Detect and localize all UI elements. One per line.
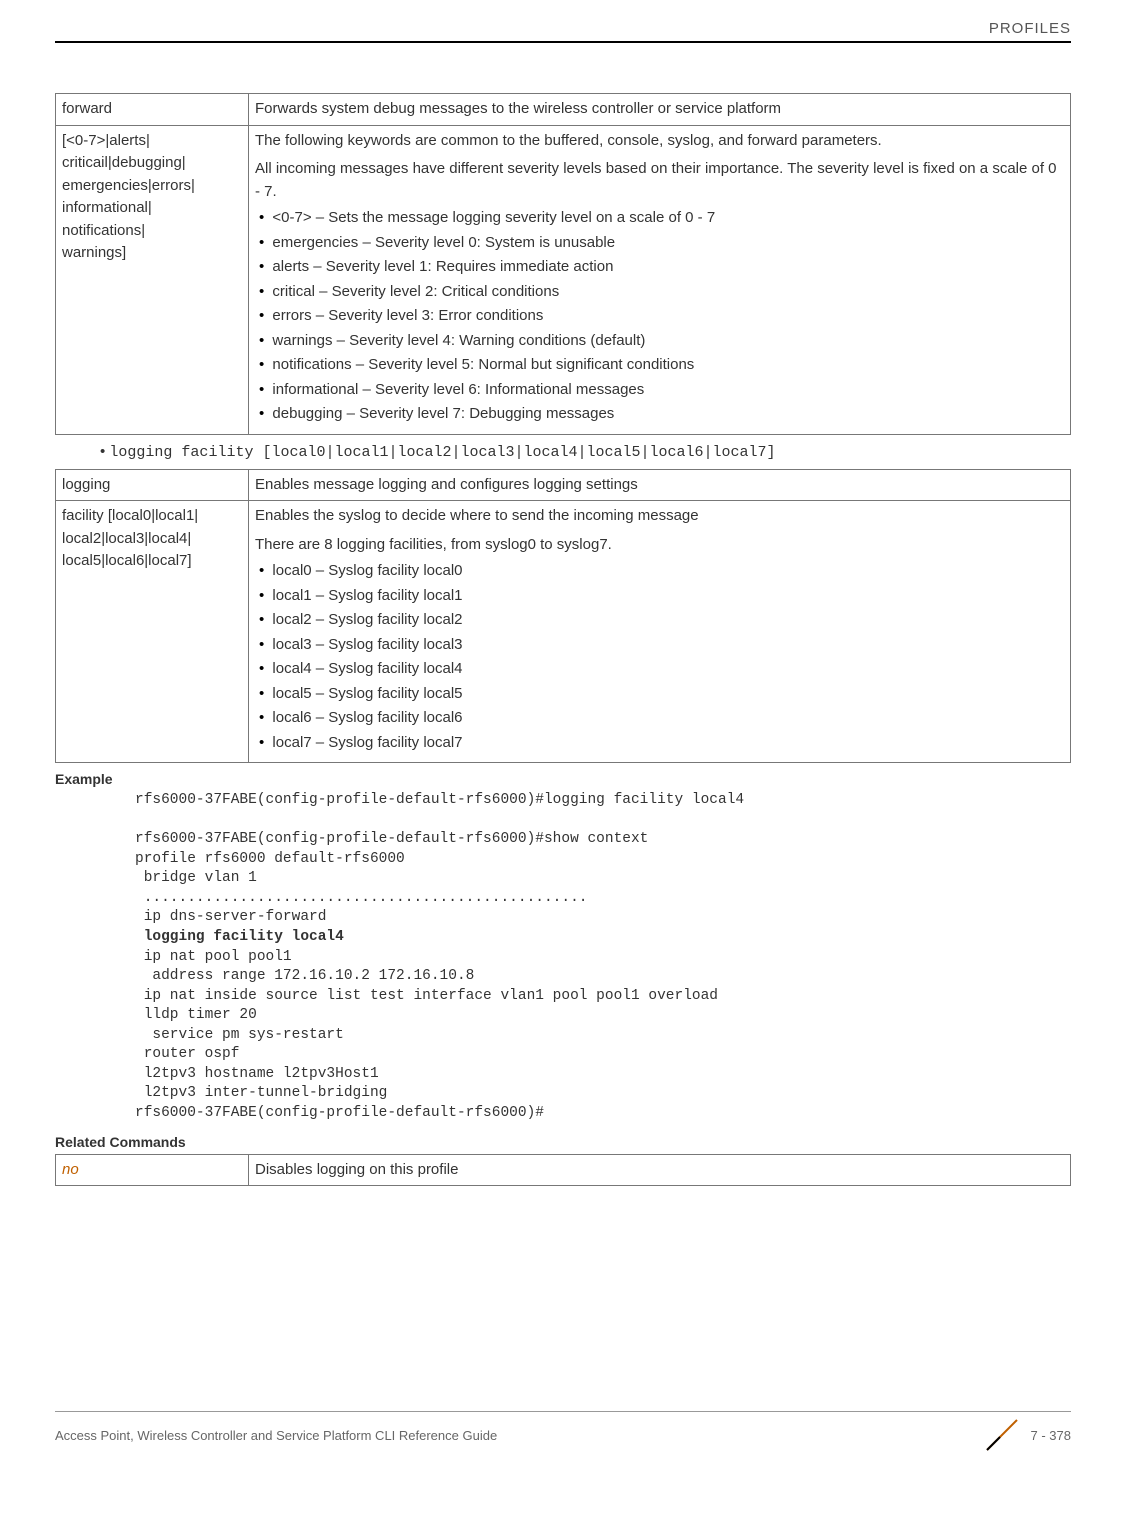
severity-table: forward Forwards system debug messages t… [55, 93, 1071, 435]
table-row: no Disables logging on this profile [56, 1154, 1071, 1186]
table-row: [<0-7>|alerts| criticail|debugging| emer… [56, 125, 1071, 434]
list-item: local7 – Syslog facility local7 [255, 732, 1064, 755]
page-footer: Access Point, Wireless Controller and Se… [55, 1411, 1071, 1452]
list-item: local5 – Syslog facility local5 [255, 683, 1064, 706]
severity-list: <0-7> – Sets the message logging severit… [255, 207, 1064, 426]
page-number: 7 - 378 [1031, 1428, 1071, 1443]
related-commands-heading: Related Commands [55, 1134, 1071, 1150]
example-heading: Example [55, 771, 1071, 787]
list-item: local3 – Syslog facility local3 [255, 634, 1064, 657]
no-command-link[interactable]: no [62, 1161, 79, 1178]
list-item: emergencies – Severity level 0: System i… [255, 232, 1064, 255]
list-item: local0 – Syslog facility local0 [255, 560, 1064, 583]
param-cell: logging [56, 469, 249, 501]
code-line: ip nat inside source list test interface… [135, 988, 718, 1004]
related-commands-table: no Disables logging on this profile [55, 1154, 1071, 1187]
list-item: notifications – Severity level 5: Normal… [255, 354, 1064, 377]
table-row: facility [local0|local1| local2|local3|l… [56, 501, 1071, 763]
param-cell: forward [56, 94, 249, 126]
page-header: PROFILES [55, 20, 1071, 43]
desc-paragraph: All incoming messages have different sev… [255, 158, 1064, 203]
code-line: l2tpv3 inter-tunnel-bridging [135, 1085, 387, 1101]
list-item: <0-7> – Sets the message logging severit… [255, 207, 1064, 230]
code-line-highlight: logging facility local4 [135, 929, 344, 945]
example-block: rfs6000-37FABE(config-profile-default-rf… [135, 791, 1071, 1124]
desc-paragraph: There are 8 logging facilities, from sys… [255, 534, 1064, 557]
code-line: l2tpv3 hostname l2tpv3Host1 [135, 1066, 379, 1082]
desc-paragraph: The following keywords are common to the… [255, 130, 1064, 153]
desc-cell: Enables message logging and configures l… [249, 469, 1071, 501]
list-item: debugging – Severity level 7: Debugging … [255, 403, 1064, 426]
list-item: local4 – Syslog facility local4 [255, 658, 1064, 681]
code-line: ip dns-server-forward [135, 909, 326, 925]
code-line: bridge vlan 1 [135, 870, 257, 886]
list-item: local2 – Syslog facility local2 [255, 609, 1064, 632]
desc-cell: Enables the syslog to decide where to se… [249, 501, 1071, 763]
table-row: forward Forwards system debug messages t… [56, 94, 1071, 126]
page-corner-icon [985, 1418, 1019, 1452]
desc-cell: Forwards system debug messages to the wi… [249, 94, 1071, 126]
param-cell: facility [local0|local1| local2|local3|l… [56, 501, 249, 763]
code-line: address range 172.16.10.2 172.16.10.8 [135, 968, 474, 984]
code-line: rfs6000-37FABE(config-profile-default-rf… [135, 1105, 544, 1121]
list-item: errors – Severity level 3: Error conditi… [255, 305, 1064, 328]
list-item: critical – Severity level 2: Critical co… [255, 281, 1064, 304]
command-syntax: logging facility [local0|local1|local2|l… [109, 444, 775, 461]
list-item: warnings – Severity level 4: Warning con… [255, 330, 1064, 353]
desc-cell: Disables logging on this profile [249, 1154, 1071, 1186]
table-row: logging Enables message logging and conf… [56, 469, 1071, 501]
facility-list: local0 – Syslog facility local0 local1 –… [255, 560, 1064, 754]
list-item: local1 – Syslog facility local1 [255, 585, 1064, 608]
code-line: rfs6000-37FABE(config-profile-default-rf… [135, 792, 744, 808]
param-cell: [<0-7>|alerts| criticail|debugging| emer… [56, 125, 249, 434]
facility-table: logging Enables message logging and conf… [55, 469, 1071, 764]
list-item: local6 – Syslog facility local6 [255, 707, 1064, 730]
footer-title: Access Point, Wireless Controller and Se… [55, 1428, 497, 1443]
desc-cell: The following keywords are common to the… [249, 125, 1071, 434]
list-item: alerts – Severity level 1: Requires imme… [255, 256, 1064, 279]
desc-paragraph: Enables the syslog to decide where to se… [255, 505, 1064, 528]
code-line: profile rfs6000 default-rfs6000 [135, 851, 405, 867]
code-line: ........................................… [135, 890, 587, 906]
code-line: router ospf [135, 1046, 239, 1062]
code-line: ip nat pool pool1 [135, 949, 292, 965]
code-line: lldp timer 20 [135, 1007, 257, 1023]
code-line: service pm sys-restart [135, 1027, 344, 1043]
code-line: rfs6000-37FABE(config-profile-default-rf… [135, 831, 648, 847]
param-cell: no [56, 1154, 249, 1186]
command-syntax-bullet: • logging facility [local0|local1|local2… [100, 443, 1071, 461]
list-item: informational – Severity level 6: Inform… [255, 379, 1064, 402]
